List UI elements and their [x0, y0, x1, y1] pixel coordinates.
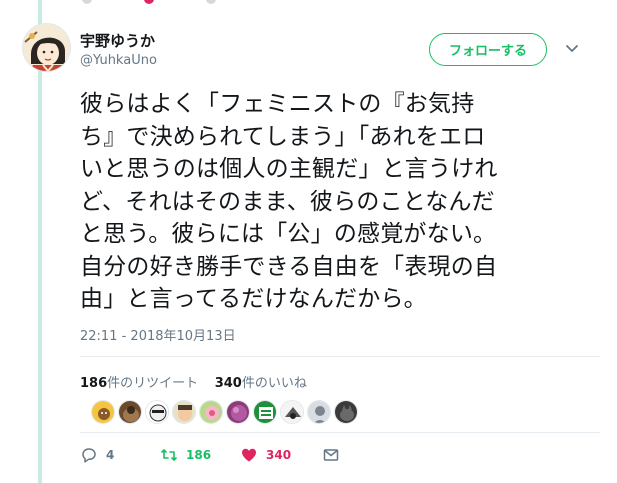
tweet-line: ち』で決められてしまう」「あれをエロ	[80, 123, 486, 150]
liker-avatar[interactable]	[307, 400, 331, 424]
liker-avatar[interactable]	[280, 400, 304, 424]
avatar[interactable]	[22, 23, 71, 72]
tweet-line: 自分の好き勝手できる自由を「表現の自	[80, 253, 498, 280]
retweet-icon	[161, 449, 177, 461]
follow-button[interactable]: フォロー​する	[429, 33, 547, 66]
chevron-down-icon[interactable]	[565, 44, 579, 54]
retweet-stat[interactable]: 186件のリツイート	[80, 376, 198, 391]
tweet-line: と思う。彼らには「公」の感覚がない。	[80, 221, 497, 247]
liker-avatar[interactable]	[334, 400, 358, 424]
mail-icon	[323, 449, 339, 461]
liker-avatar[interactable]	[118, 400, 142, 424]
tweet-line: いと思うのは個人の主観だ」と言うけれ	[80, 156, 498, 182]
thread-line	[38, 0, 42, 483]
divider	[80, 356, 600, 357]
tweet-line: 彼らはよく「フェミニストの『お気持	[80, 91, 475, 117]
liker-avatar[interactable]	[199, 400, 223, 424]
heart-icon	[242, 448, 256, 462]
like-stat[interactable]: 340件のいいね	[215, 376, 307, 391]
tweet-line: ど、それはそのまま、彼らのことなんだ	[80, 188, 495, 215]
tweet-stats: 186件のリツイート 340件のいいね	[80, 372, 307, 391]
prev-like-icon	[144, 0, 154, 4]
liker-avatar[interactable]	[91, 400, 115, 424]
display-name[interactable]: 宇野ゆうか	[80, 30, 155, 51]
like-button[interactable]: 340	[240, 446, 322, 464]
tweet-timestamp[interactable]: 22:11 - 2018年10月13日	[80, 325, 236, 344]
user-handle[interactable]: @YuhkaUno	[80, 53, 157, 68]
reply-count: 4	[106, 448, 115, 462]
liker-avatar[interactable]	[253, 400, 277, 424]
reply-button[interactable]: 4	[80, 446, 160, 464]
tweet-text: 彼らはよく「フェミニストの『お気持 ち』で決められてしまう」「あれをエロ いと思…	[80, 88, 560, 316]
liker-avatar[interactable]	[172, 400, 196, 424]
prev-action-icon	[82, 0, 92, 4]
previous-tweet-actions	[82, 0, 216, 4]
liker-avatars	[91, 400, 358, 424]
liker-avatar[interactable]	[226, 400, 250, 424]
retweet-button[interactable]: 186	[160, 446, 240, 464]
liker-avatar[interactable]	[145, 400, 169, 424]
like-count: 340	[266, 448, 292, 462]
tweet-line: 由」と言ってるだけなんだから。	[80, 286, 427, 312]
tweet-actions: 4 186 340	[80, 446, 340, 464]
divider	[80, 432, 600, 433]
avatar-image	[23, 24, 70, 71]
prev-action-icon	[206, 0, 216, 4]
direct-message-button[interactable]	[322, 446, 340, 464]
retweet-count: 186	[186, 448, 212, 462]
reply-icon	[82, 448, 96, 463]
